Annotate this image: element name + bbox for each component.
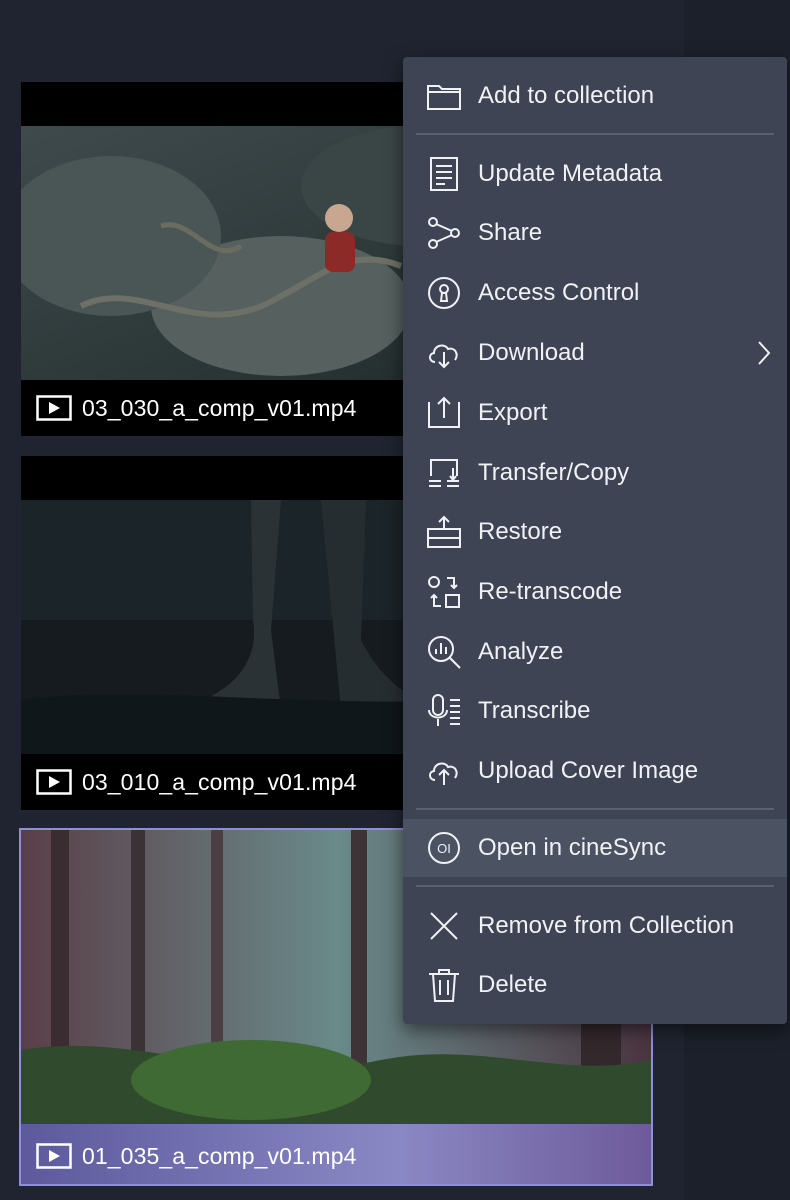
menu-item-re-transcode[interactable]: Re-transcode [403,563,787,621]
menu-item-open-in-cinesync[interactable]: OI Open in cineSync [403,819,787,877]
asset-filename: 01_035_a_comp_v01.mp4 [82,1142,357,1169]
menu-item-label: Access Control [478,279,640,306]
menu-item-label: Restore [478,518,563,545]
cloud-download-icon [425,334,463,372]
menu-item-label: Export [478,399,548,426]
restore-icon [425,513,463,551]
menu-item-add-to-collection[interactable]: Add to collection [403,67,787,125]
menu-item-label: Delete [478,971,548,998]
menu-item-remove-from-collection[interactable]: Remove from Collection [403,897,787,955]
menu-item-update-metadata[interactable]: Update Metadata [403,145,787,203]
asset-browser: 03_030_a_comp_v01.mp4 03_010_a_comp_v01.… [0,0,790,1200]
menu-item-label: Transcribe [478,697,591,724]
retranscode-icon [425,573,463,611]
video-play-icon [36,395,72,421]
menu-item-label: Re-transcode [478,578,623,605]
lock-icon [425,274,463,312]
menu-item-access-control[interactable]: Access Control [403,264,787,322]
menu-separator [416,885,774,887]
context-menu: Add to collection Update Metadata Share … [403,57,787,1024]
menu-separator [416,808,774,810]
menu-item-label: Transfer/Copy [478,459,630,486]
folder-icon [425,77,463,115]
menu-item-transfer-copy[interactable]: Transfer/Copy [403,444,787,502]
menu-item-label: Share [478,219,543,246]
menu-item-transcribe[interactable]: Transcribe [403,682,787,740]
menu-item-upload-cover-image[interactable]: Upload Cover Image [403,742,787,800]
menu-item-label: Remove from Collection [478,912,735,939]
asset-filename: 03_010_a_comp_v01.mp4 [82,768,357,795]
share-icon [425,214,463,252]
close-icon [425,907,463,945]
menu-item-delete[interactable]: Delete [403,956,787,1014]
asset-caption: 01_035_a_comp_v01.mp4 [21,1128,651,1184]
menu-item-restore[interactable]: Restore [403,503,787,561]
video-play-icon [36,769,72,795]
menu-item-share[interactable]: Share [403,204,787,262]
export-icon [425,394,463,432]
menu-item-label: Open in cineSync [478,834,667,861]
menu-item-analyze[interactable]: Analyze [403,623,787,681]
svg-text:OI: OI [437,841,451,856]
menu-item-label: Upload Cover Image [478,757,699,784]
menu-item-label: Add to collection [478,82,655,109]
cinesync-icon: OI [425,829,463,867]
menu-item-label: Download [478,339,585,366]
transfer-icon [425,454,463,492]
menu-item-label: Analyze [478,638,564,665]
video-play-icon [36,1143,72,1169]
cloud-upload-icon [425,752,463,790]
menu-item-export[interactable]: Export [403,384,787,442]
analyze-icon [425,633,463,671]
menu-separator [416,133,774,135]
menu-item-label: Update Metadata [478,160,663,187]
menu-item-download[interactable]: Download [403,324,787,382]
trash-icon [425,966,463,1004]
asset-filename: 03_030_a_comp_v01.mp4 [82,394,357,421]
document-icon [425,155,463,193]
transcribe-icon [425,692,463,730]
chevron-right-icon [757,340,771,366]
